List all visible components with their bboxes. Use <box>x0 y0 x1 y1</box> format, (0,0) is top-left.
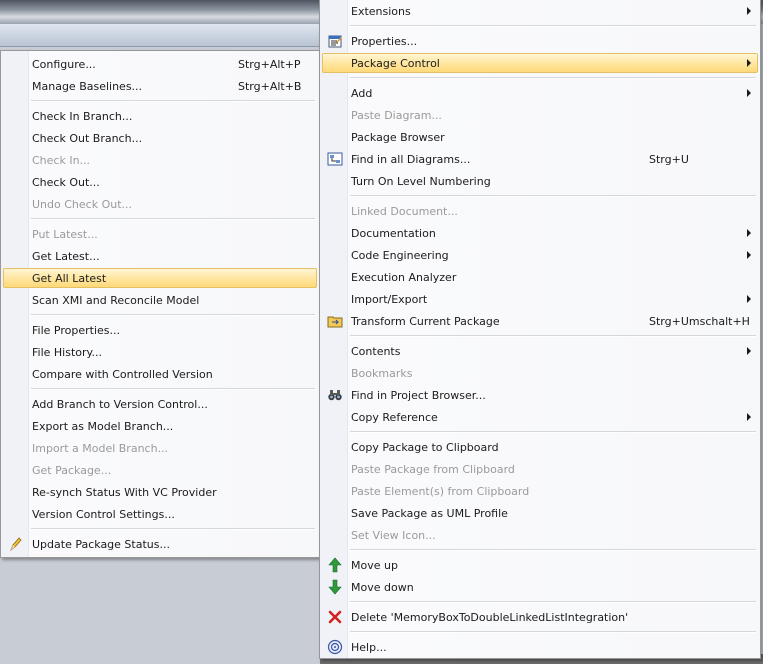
menu-item-contents[interactable]: Contents <box>322 341 758 361</box>
menu-item-put-latest[interactable]: Put Latest... <box>3 224 317 244</box>
binoculars-icon <box>328 390 342 401</box>
menu-item-check-out-branch[interactable]: Check Out Branch... <box>3 128 317 148</box>
menu-separator <box>31 218 315 220</box>
menu-item-delete-package[interactable]: Delete 'MemoryBoxToDoubleLinkedListInteg… <box>322 607 758 627</box>
menu-item-get-all-latest[interactable]: Get All Latest <box>3 268 317 288</box>
menu-item-find-project-browser[interactable]: Find in Project Browser... <box>322 385 758 405</box>
shortcut-label: Strg+Umschalt+H <box>649 315 750 328</box>
menu-item-paste-elements-clipboard[interactable]: Paste Element(s) from Clipboard <box>322 481 758 501</box>
menu-item-find-in-diagrams[interactable]: Find in all Diagrams... Strg+U <box>322 149 758 169</box>
menu-item-extensions[interactable]: Extensions <box>322 1 758 21</box>
menu-item-paste-package-clipboard[interactable]: Paste Package from Clipboard <box>322 459 758 479</box>
menu-item-import-branch[interactable]: Import a Model Branch... <box>3 438 317 458</box>
menu-item-set-view-icon[interactable]: Set View Icon... <box>322 525 758 545</box>
menu-item-save-uml-profile[interactable]: Save Package as UML Profile <box>322 503 758 523</box>
menu-separator <box>350 335 756 337</box>
shortcut-label: Strg+Alt+B <box>238 80 302 93</box>
menu-item-configure[interactable]: Configure... Strg+Alt+P <box>3 54 317 74</box>
menu-separator <box>31 100 315 102</box>
arrow-up-icon <box>328 557 342 573</box>
menu-item-linked-document[interactable]: Linked Document... <box>322 201 758 221</box>
submenu-arrow-icon <box>747 7 751 15</box>
submenu-arrow-icon <box>747 251 751 259</box>
menu-item-update-package-status[interactable]: Update Package Status... <box>3 534 317 554</box>
pencil-icon <box>10 537 22 552</box>
menu-item-level-numbering[interactable]: Turn On Level Numbering <box>322 171 758 191</box>
menu-separator <box>350 431 756 433</box>
submenu-arrow-icon <box>747 413 751 421</box>
arrow-down-icon <box>328 579 342 595</box>
menu-item-undo-check-out[interactable]: Undo Check Out... <box>3 194 317 214</box>
shortcut-label: Strg+Alt+P <box>238 58 301 71</box>
menu-item-documentation[interactable]: Documentation <box>322 223 758 243</box>
menu-item-transform-package[interactable]: Transform Current Package Strg+Umschalt+H <box>322 311 758 331</box>
menu-item-export-branch[interactable]: Export as Model Branch... <box>3 416 317 436</box>
menu-item-scan-xmi[interactable]: Scan XMI and Reconcile Model <box>3 290 317 310</box>
menu-item-copy-package-clipboard[interactable]: Copy Package to Clipboard <box>322 437 758 457</box>
menu-separator <box>31 388 315 390</box>
menu-item-execution-analyzer[interactable]: Execution Analyzer <box>322 267 758 287</box>
menu-item-package-control[interactable]: Package Control <box>322 53 758 73</box>
menu-separator <box>350 549 756 551</box>
menu-item-bookmarks[interactable]: Bookmarks <box>322 363 758 383</box>
menu-item-check-in-branch[interactable]: Check In Branch... <box>3 106 317 126</box>
menu-item-import-export[interactable]: Import/Export <box>322 289 758 309</box>
submenu-arrow-icon <box>747 347 751 355</box>
submenu-arrow-icon <box>747 229 751 237</box>
menu-item-code-engineering[interactable]: Code Engineering <box>322 245 758 265</box>
menu-item-help[interactable]: Help... <box>322 637 758 657</box>
menu-item-move-up[interactable]: Move up <box>322 555 758 575</box>
toolbar-strip <box>0 24 330 47</box>
menu-item-check-out[interactable]: Check Out... <box>3 172 317 192</box>
menu-separator <box>350 195 756 197</box>
help-icon <box>327 639 343 655</box>
package-control-submenu: Configure... Strg+Alt+P Manage Baselines.… <box>0 50 320 558</box>
submenu-arrow-icon <box>747 89 751 97</box>
shortcut-label: Strg+U <box>649 153 689 166</box>
menu-separator <box>31 528 315 530</box>
menu-item-package-browser[interactable]: Package Browser <box>322 127 758 147</box>
menu-separator <box>350 631 756 633</box>
find-diagrams-icon <box>327 152 343 166</box>
menu-item-properties[interactable]: Properties... <box>322 31 758 51</box>
menu-item-add-branch[interactable]: Add Branch to Version Control... <box>3 394 317 414</box>
menu-item-compare-controlled[interactable]: Compare with Controlled Version <box>3 364 317 384</box>
properties-icon <box>328 35 342 48</box>
menu-item-manage-baselines[interactable]: Manage Baselines... Strg+Alt+B <box>3 76 317 96</box>
menu-item-file-properties[interactable]: File Properties... <box>3 320 317 340</box>
submenu-arrow-icon <box>747 59 751 67</box>
menu-separator <box>350 77 756 79</box>
package-context-menu: Extensions Properties... Package Control… <box>319 0 761 659</box>
menu-item-add[interactable]: Add <box>322 83 758 103</box>
delete-x-icon <box>328 610 342 624</box>
menu-separator <box>350 601 756 603</box>
menu-item-vc-settings[interactable]: Version Control Settings... <box>3 504 317 524</box>
menu-item-resynch-status[interactable]: Re-synch Status With VC Provider <box>3 482 317 502</box>
menu-separator <box>31 314 315 316</box>
menu-item-check-in[interactable]: Check In... <box>3 150 317 170</box>
transform-folder-icon <box>327 316 343 328</box>
menu-separator <box>350 25 756 27</box>
menu-item-copy-reference[interactable]: Copy Reference <box>322 407 758 427</box>
menu-item-get-package[interactable]: Get Package... <box>3 460 317 480</box>
menu-item-move-down[interactable]: Move down <box>322 577 758 597</box>
menu-item-paste-diagram[interactable]: Paste Diagram... <box>322 105 758 125</box>
submenu-arrow-icon <box>747 295 751 303</box>
menu-item-get-latest[interactable]: Get Latest... <box>3 246 317 266</box>
menu-item-file-history[interactable]: File History... <box>3 342 317 362</box>
